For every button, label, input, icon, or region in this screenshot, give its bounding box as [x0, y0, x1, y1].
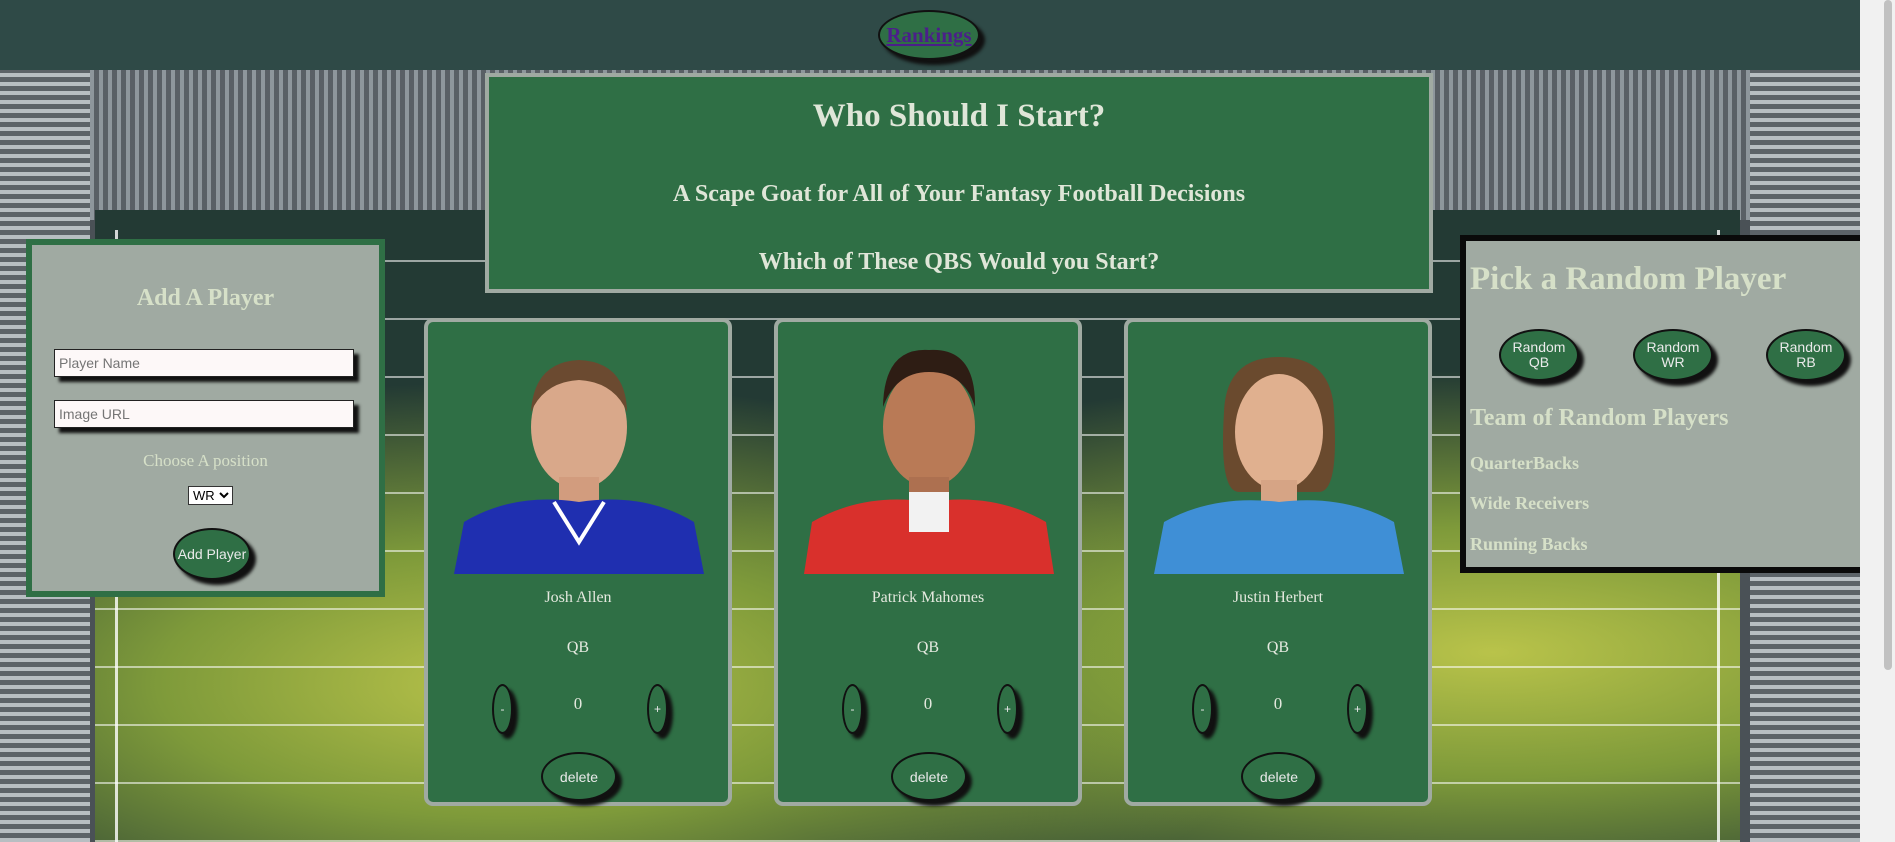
- player-score: 0: [923, 694, 933, 713]
- header-panel: Who Should I Start? A Scape Goat for All…: [485, 73, 1433, 293]
- add-player-button[interactable]: Add Player: [173, 528, 251, 580]
- page-question: Which of These QBS Would you Start?: [758, 249, 1160, 275]
- delete-button[interactable]: delete: [1241, 752, 1317, 801]
- random-qb-button[interactable]: Random QB: [1499, 329, 1579, 381]
- scrollbar-thumb[interactable]: [1884, 0, 1892, 670]
- delete-button[interactable]: delete: [891, 752, 967, 801]
- player-card: Patrick Mahomes QB - 0 + delete: [774, 318, 1082, 806]
- add-player-panel: Add A Player Choose A position WR Add Pl…: [26, 239, 385, 597]
- random-player-panel: Pick a Random Player Random QB Random WR…: [1460, 235, 1870, 573]
- random-wr-button[interactable]: Random WR: [1633, 329, 1713, 381]
- choose-position-label: Choose A position: [143, 451, 268, 470]
- increment-button[interactable]: +: [997, 684, 1018, 734]
- player-name: Justin Herbert: [1232, 589, 1324, 606]
- player-position: QB: [566, 639, 590, 656]
- player-card: Justin Herbert QB - 0 + delete: [1124, 318, 1432, 806]
- running-backs-label: Running Backs: [1470, 534, 1588, 554]
- increment-button[interactable]: +: [647, 684, 668, 734]
- quarterbacks-label: QuarterBacks: [1470, 453, 1579, 473]
- player-score: 0: [573, 694, 583, 713]
- player-card: Josh Allen QB - 0 + delete: [424, 318, 732, 806]
- random-rb-button[interactable]: Random RB: [1766, 329, 1846, 381]
- player-score: 0: [1273, 694, 1283, 713]
- player-name-input[interactable]: [54, 349, 354, 377]
- player-photo: [1154, 342, 1404, 574]
- position-select[interactable]: WR: [188, 486, 233, 505]
- page-scrollbar[interactable]: [1860, 0, 1895, 842]
- team-title: Team of Random Players: [1470, 405, 1729, 431]
- player-photo: [454, 342, 704, 574]
- player-position: QB: [1266, 639, 1290, 656]
- player-name: Josh Allen: [544, 589, 612, 606]
- player-position: QB: [916, 639, 940, 656]
- player-photo: [804, 342, 1054, 574]
- page-subtitle: A Scape Goat for All of Your Fantasy Foo…: [672, 181, 1246, 207]
- increment-button[interactable]: +: [1347, 684, 1368, 734]
- page-title: Who Should I Start?: [812, 98, 1106, 134]
- add-player-title: Add A Player: [136, 285, 275, 311]
- top-nav-bar: Rankings: [0, 0, 1860, 70]
- wide-receivers-label: Wide Receivers: [1470, 493, 1590, 513]
- random-player-title: Pick a Random Player: [1470, 261, 1787, 297]
- image-url-input[interactable]: [54, 400, 354, 428]
- rankings-link[interactable]: Rankings: [878, 10, 980, 60]
- delete-button[interactable]: delete: [541, 752, 617, 801]
- player-name: Patrick Mahomes: [871, 589, 985, 606]
